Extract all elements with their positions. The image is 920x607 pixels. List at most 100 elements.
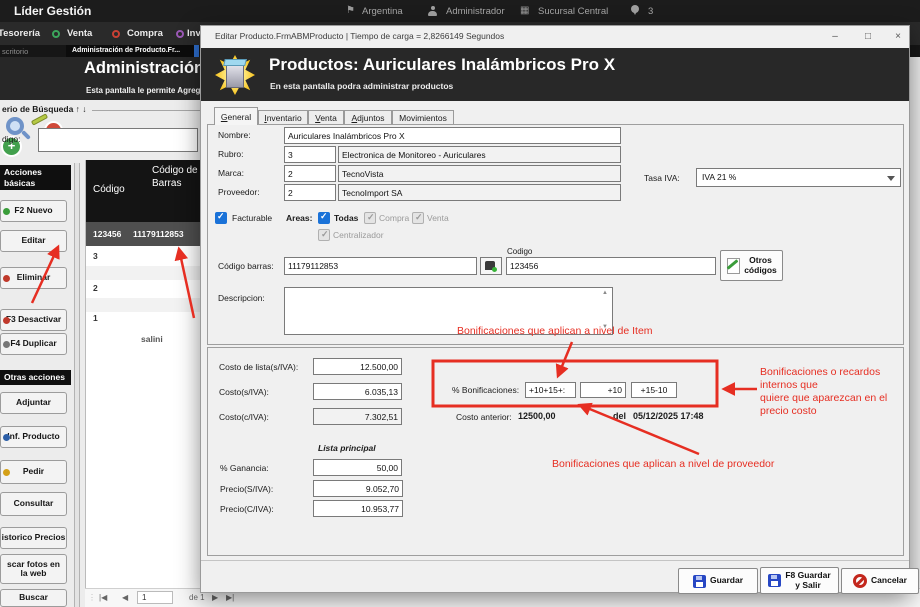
bonif-3-input[interactable] (631, 382, 677, 398)
grid-selected-row[interactable]: 123456 11179112853 (86, 222, 200, 246)
editar-button[interactable]: Editar (0, 230, 67, 252)
topbar-country[interactable]: Argentina (362, 6, 403, 17)
tab-venta[interactable]: Venta (308, 110, 344, 125)
tab-adjuntos[interactable]: Adjuntos (344, 110, 392, 125)
scroll-up-icon[interactable]: ▲ (602, 290, 608, 296)
grid-row[interactable]: 1 (93, 313, 98, 323)
request-icon (3, 469, 10, 476)
maximize-icon[interactable]: □ (859, 29, 877, 45)
save-icon (768, 574, 781, 587)
nombre-label: Nombre: (218, 130, 251, 140)
menu-venta[interactable]: Venta (67, 28, 92, 39)
location-pin-icon (631, 5, 639, 15)
dialog-title: Editar Producto.FrmABMProducto | Tiempo … (215, 31, 504, 41)
col-codigo[interactable]: Código (93, 184, 125, 195)
rubro-label: Rubro: (218, 149, 244, 159)
dialog-header-title: Productos: Auriculares Inalámbricos Pro … (269, 55, 615, 75)
inf-producto-button[interactable]: Inf. Producto (0, 426, 67, 448)
cell-codigo-barras: 11179112853 (133, 229, 184, 239)
bonif-2-input[interactable] (580, 382, 626, 398)
tab-inventario[interactable]: Inventario (258, 110, 308, 125)
product-box-icon (212, 51, 258, 98)
screen: Líder Gestión ⚑ Argentina Administrador … (0, 0, 920, 607)
col-codigo-barras[interactable]: Código de Barras (152, 164, 198, 190)
f3-desactivar-button[interactable]: F3 Desactivar (0, 309, 67, 331)
close-icon[interactable]: × (889, 29, 907, 45)
costo-siva-input[interactable] (313, 383, 402, 400)
menu-compra[interactable]: Compra (127, 28, 163, 39)
pager-first-icon[interactable]: |◀ (99, 593, 107, 602)
centralizador-label: Centralizador (333, 230, 384, 240)
footer-separator (201, 560, 909, 561)
grid-row[interactable]: 2 (93, 283, 98, 293)
dialog-titlebar[interactable]: Editar Producto.FrmABMProducto | Tiempo … (201, 26, 909, 48)
dialog-header-subtitle: En esta pantalla podra administrar produ… (270, 81, 453, 91)
grid-row[interactable]: 3 (93, 251, 98, 261)
f4-duplicar-button[interactable]: F4 Duplicar (0, 333, 67, 355)
f2-nuevo-button[interactable]: F2 Nuevo (0, 200, 67, 222)
buscar-fotos-web-button[interactable]: scar fotos en la web (0, 554, 67, 584)
otros-codigos-button[interactable]: Otros códigos (720, 250, 783, 281)
tasa-iva-select[interactable]: IVA 21 % (696, 168, 901, 187)
product-grid[interactable]: Código Código de Barras 123456 111791128… (85, 160, 200, 607)
tab-general[interactable]: General (214, 107, 258, 125)
purple-dot-icon (176, 30, 184, 38)
area-todas-checkbox[interactable] (318, 212, 330, 224)
menu-tesoreria[interactable]: Tesorería (0, 28, 40, 39)
area-venta-label: Venta (427, 213, 449, 223)
minimize-icon[interactable]: – (826, 29, 844, 45)
guardar-salir-button[interactable]: F8 Guardar y Salir (760, 567, 839, 594)
costo-lista-input[interactable] (313, 358, 402, 375)
grip-icon[interactable]: ⋮ (88, 593, 96, 602)
precio-siva-input[interactable] (313, 480, 403, 497)
marca-code-input[interactable] (284, 165, 336, 182)
cancelar-button[interactable]: Cancelar (841, 568, 919, 594)
pedir-button[interactable]: Pedir (0, 460, 67, 484)
pager-prev-icon[interactable]: ◀ (122, 593, 128, 602)
menu-inventario[interactable]: Inv (187, 28, 201, 39)
pager-page-input[interactable]: 1 (137, 591, 173, 604)
facturable-checkbox[interactable] (215, 212, 227, 224)
rubro-desc-input[interactable] (338, 146, 621, 163)
buscar-button[interactable]: Buscar (0, 589, 67, 607)
costo-civa-input[interactable] (313, 408, 402, 425)
costo-anterior-fecha: 05/12/2025 17:48 (633, 411, 704, 421)
codigo-search-input[interactable] (38, 128, 198, 152)
descripcion-textarea[interactable] (284, 287, 613, 335)
topbar-pin-count[interactable]: 3 (648, 6, 653, 17)
group-line (92, 110, 200, 111)
tab-administracion-producto[interactable]: Administración de Producto.Fr... (66, 45, 194, 57)
proveedor-code-input[interactable] (284, 184, 336, 201)
scroll-down-icon[interactable]: ▼ (602, 324, 608, 330)
barcode-scanner-button[interactable] (480, 257, 502, 275)
marca-desc-input[interactable] (338, 165, 621, 182)
topbar-user[interactable]: Administrador (446, 6, 505, 17)
tab-escritorio[interactable]: scritorio (2, 47, 28, 56)
nombre-input[interactable] (284, 127, 621, 144)
proveedor-desc-input[interactable] (338, 184, 621, 201)
grid-stripe (86, 266, 200, 280)
precio-civa-input[interactable] (313, 500, 403, 517)
codigo-barras-label: Código barras: (218, 261, 274, 271)
guardar-button[interactable]: Guardar (678, 568, 758, 594)
ganancia-input[interactable] (313, 459, 402, 476)
consultar-button[interactable]: Consultar (0, 492, 67, 516)
adjuntar-button[interactable]: Adjuntar (0, 392, 67, 414)
eliminar-button[interactable]: Eliminar (0, 267, 67, 289)
tab-movimientos[interactable]: Movimientos (392, 110, 454, 125)
costo-siva-label: Costo(s/IVA): (219, 387, 269, 397)
grid-note: salini (141, 334, 163, 344)
historico-precios-button[interactable]: istorico Precios (0, 527, 67, 549)
topbar-branch[interactable]: Sucursal Central (538, 6, 608, 17)
tasa-iva-label: Tasa IVA: (644, 173, 680, 183)
rubro-code-input[interactable] (284, 146, 336, 163)
areas-label: Areas: (286, 213, 312, 223)
edit-product-dialog: Editar Producto.FrmABMProducto | Tiempo … (200, 25, 910, 593)
panel-separator[interactable] (74, 163, 80, 607)
area-compra-checkbox (364, 212, 376, 224)
pager-next-icon[interactable]: ▶ (212, 593, 218, 602)
codigo-barras-input[interactable] (284, 257, 477, 275)
bonif-1-input[interactable] (525, 382, 576, 398)
codigo-input[interactable] (506, 257, 716, 275)
pager-last-icon[interactable]: ▶| (226, 593, 234, 602)
